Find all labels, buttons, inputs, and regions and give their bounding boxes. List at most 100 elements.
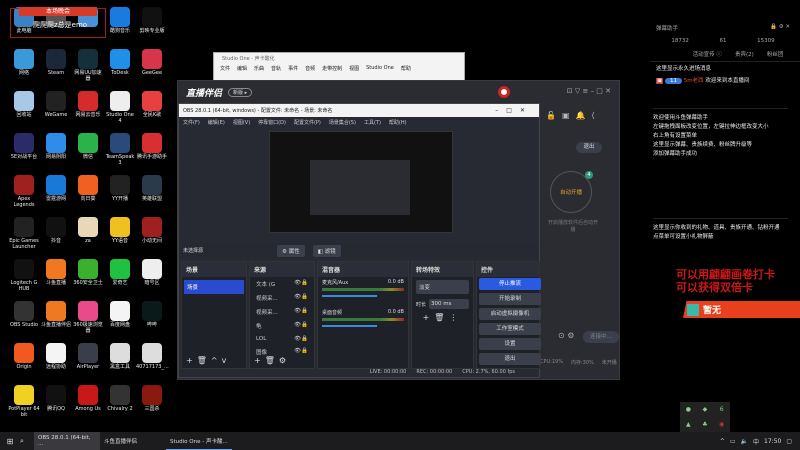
desktop-icon[interactable]: 360安全卫士	[72, 259, 104, 286]
menu-item[interactable]: 帮助	[401, 65, 411, 72]
eye-lock-icon[interactable]: 👁🔒	[294, 336, 308, 342]
eye-lock-icon[interactable]: 👁🔒	[294, 294, 308, 302]
menu-item[interactable]: 走带控制	[322, 65, 342, 72]
scene-item[interactable]: 场景	[184, 280, 244, 294]
menu-item[interactable]: 场景集合(S)	[329, 119, 356, 126]
studio-one-window[interactable]: Studio One - 声卡酸化 文件 编辑 乐曲 音轨 事件 音频 走带控制 视图 Stud…	[213, 52, 465, 82]
desktop-icon[interactable]: 网易云音乐	[72, 91, 104, 118]
start-button[interactable]: ⊞	[0, 437, 20, 446]
version-badge[interactable]: 新版 ▸	[228, 87, 253, 97]
properties-button[interactable]: ⚙ 属性	[277, 244, 305, 257]
control-button[interactable]: 退出	[479, 353, 541, 365]
source-toolbar[interactable]: +🗑⚙	[254, 356, 290, 365]
clock[interactable]: 17:50	[764, 438, 781, 445]
control-button[interactable]: 停止推流	[479, 278, 541, 290]
menu-item[interactable]: 事件	[288, 65, 298, 72]
desktop-icon[interactable]: Chivalry 2	[104, 385, 136, 412]
tray-icon[interactable]: ▲	[686, 421, 691, 428]
duration-input[interactable]: 300 ms	[429, 299, 469, 309]
desktop-icon[interactable]: AirPlayer	[72, 343, 104, 370]
ime-indicator[interactable]: 中	[753, 437, 759, 446]
desktop-icon[interactable]: 网易阴阳	[40, 133, 72, 160]
desktop-icon[interactable]: YY开播	[104, 175, 136, 202]
panel-controls[interactable]: 🔒 ⚙ ✕	[770, 24, 790, 32]
menu-item[interactable]: 帮助(H)	[389, 119, 407, 126]
desktop-icon[interactable]: 360极速浏览器	[72, 301, 104, 334]
desktop-icon[interactable]: GeeGee	[136, 49, 168, 76]
desktop-icon[interactable]: 三国杀	[136, 385, 168, 412]
sidebar-toolbar[interactable]: 🔓▣🔔⟨	[546, 111, 601, 120]
desktop-icon[interactable]: Studio One 4	[104, 91, 136, 124]
desktop-icon[interactable]: 雷霆游网	[40, 175, 72, 202]
desktop-icon[interactable]: 斗鱼直播	[40, 259, 72, 286]
desktop-icon[interactable]: 微信	[72, 133, 104, 160]
scene-toolbar[interactable]: +🗑^v	[186, 356, 230, 365]
eye-lock-icon[interactable]: 👁🔒	[294, 348, 308, 356]
desktop-icon[interactable]: Origin	[8, 343, 40, 370]
transition-toolbar[interactable]: +🗑⋮	[412, 313, 473, 322]
eye-lock-icon[interactable]: 👁🔒	[294, 280, 308, 288]
desktop-icon[interactable]: 网络	[8, 49, 40, 76]
taskbar-studio-one[interactable]: Studio One - 声卡酸...	[166, 432, 232, 450]
desktop-icon[interactable]: PotPlayer 64 bit	[8, 385, 40, 418]
avatar[interactable]	[498, 86, 510, 98]
desktop-icon[interactable]: 百度网盘	[104, 301, 136, 328]
desktop-icon[interactable]: 哔哔	[136, 301, 168, 328]
tab-activity[interactable]: 活动宣传 ⓘ	[693, 50, 722, 58]
menu-item[interactable]: Studio One	[366, 65, 394, 72]
control-button[interactable]: 工作室模式	[479, 323, 541, 335]
desktop-icon[interactable]: 剪映专业版	[136, 7, 168, 34]
source-item[interactable]: 视频采... 👁🔒	[250, 291, 314, 305]
menu-item[interactable]: 视图(V)	[233, 119, 250, 126]
tray-chevron-icon[interactable]: ^	[720, 438, 725, 445]
desktop-icon[interactable]: 英雄联盟	[136, 175, 168, 202]
menu-item[interactable]: 停靠窗口(D)	[258, 119, 286, 126]
menu-item[interactable]: 编辑(E)	[208, 119, 225, 126]
desktop-icon[interactable]: 小动无间	[136, 217, 168, 244]
desktop-icon[interactable]: Logitech G HUB	[8, 259, 40, 292]
desktop-icon[interactable]: TeamSpeak 3	[104, 133, 136, 166]
tray-icon[interactable]: ◆	[703, 406, 708, 413]
settings-icon[interactable]: ⊙ ⚙	[558, 331, 574, 340]
desktop-icon[interactable]: 5E对战平台	[8, 133, 40, 160]
search-icon[interactable]: ⌕	[20, 437, 34, 446]
volume-slider[interactable]	[322, 325, 377, 327]
desktop-icon[interactable]: 腾讯手游助手	[136, 133, 168, 160]
desktop-icon[interactable]: 爱奇艺	[104, 259, 136, 286]
desktop-icon[interactable]: YY语音	[104, 217, 136, 244]
desktop-icon[interactable]: 黑盒工具	[104, 343, 136, 370]
volume-icon[interactable]: 🔈	[741, 438, 748, 445]
eye-lock-icon[interactable]: 👁🔒	[294, 322, 308, 330]
filters-button[interactable]: ◧ 滤镜	[312, 244, 341, 257]
preview[interactable]	[269, 131, 453, 233]
desktop-icon[interactable]: 抖音	[40, 217, 72, 244]
desktop-icon[interactable]: Apex Legends	[8, 175, 40, 208]
notification-icon[interactable]: ▢	[786, 438, 792, 445]
tray-icon[interactable]: 6	[720, 406, 724, 413]
volume-slider[interactable]	[322, 295, 377, 297]
desktop-icon[interactable]: za	[72, 217, 104, 244]
desktop-icon[interactable]: WeGame	[40, 91, 72, 118]
source-item[interactable]: LOL 👁🔒	[250, 333, 314, 345]
connecting-button[interactable]: 连接中...	[583, 331, 619, 343]
taskbar-obs[interactable]: OBS 28.0.1 (64-bit, ...	[34, 432, 100, 450]
desktop-icon[interactable]: Steam	[40, 49, 72, 76]
network-icon[interactable]: ▭	[730, 438, 736, 445]
source-item[interactable]: 龟 👁🔒	[250, 319, 314, 333]
eye-lock-icon[interactable]: 👁🔒	[294, 308, 308, 316]
auto-live-button[interactable]: 自动开播 4	[550, 171, 593, 213]
window-controls[interactable]: ⊡ ▽ ≡ – □ ✕	[567, 87, 611, 95]
desktop-icon[interactable]: Epic Games Launcher	[8, 217, 40, 250]
desktop-icon[interactable]: 向日葵	[72, 175, 104, 202]
menu-item[interactable]: 音轨	[271, 65, 281, 72]
menu-item[interactable]: 乐曲	[254, 65, 264, 72]
menu-item[interactable]: 配置文件(P)	[294, 119, 321, 126]
exit-button[interactable]: 退出	[576, 142, 602, 153]
menu-item[interactable]: 编辑	[237, 65, 247, 72]
menu-item[interactable]: 工具(T)	[364, 119, 381, 126]
transition-select[interactable]: 淡变	[416, 280, 469, 294]
control-button[interactable]: 开始录制	[479, 293, 541, 305]
window-controls[interactable]: –□✕	[495, 107, 533, 114]
menu-item[interactable]: 音频	[305, 65, 315, 72]
tray-icon[interactable]: ◉	[719, 421, 724, 428]
